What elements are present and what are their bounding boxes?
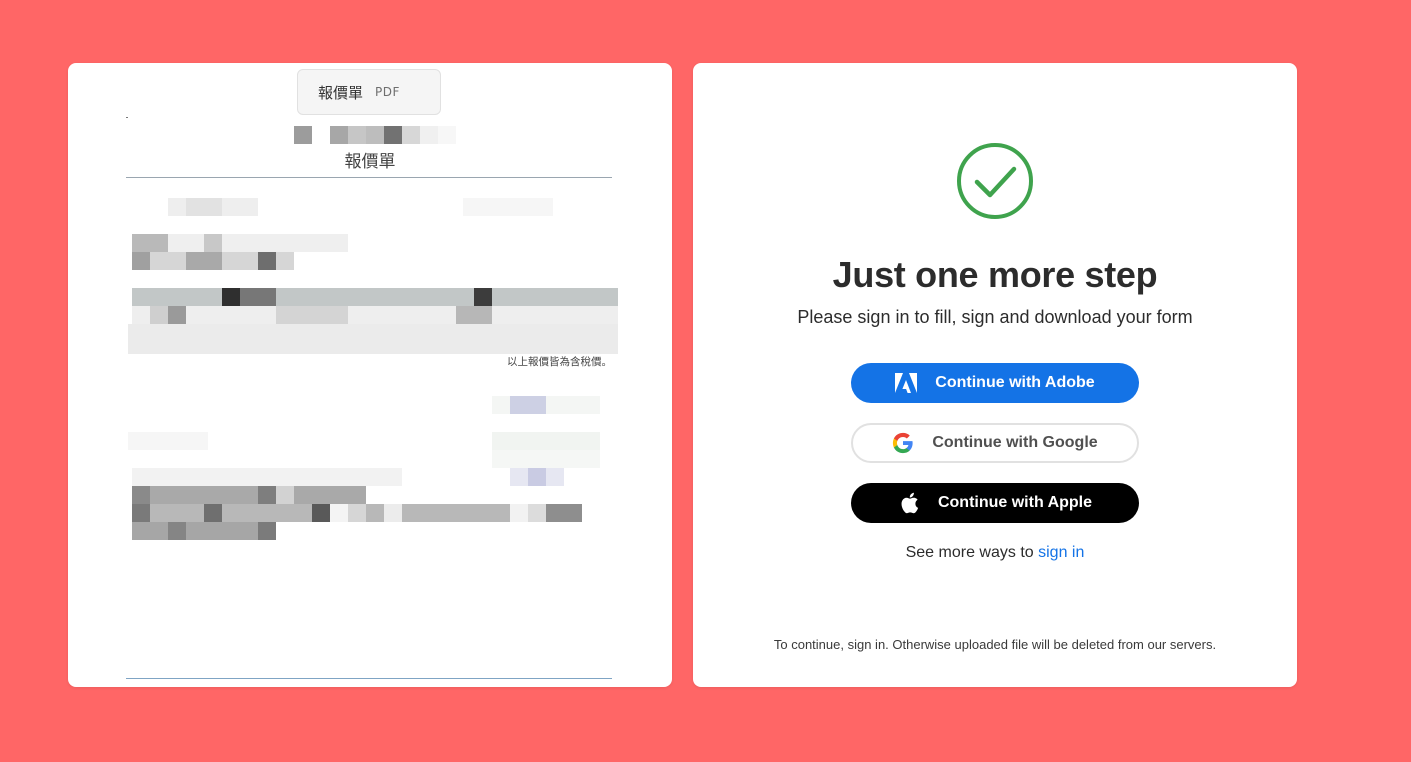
redacted-block bbox=[492, 396, 600, 414]
redacted-block bbox=[258, 522, 276, 540]
apple-button-label: Continue with Apple bbox=[937, 494, 1093, 511]
redacted-block bbox=[168, 522, 186, 540]
redacted-block bbox=[384, 504, 402, 522]
redacted-block bbox=[474, 288, 492, 306]
redacted-block bbox=[168, 306, 186, 324]
redacted-block bbox=[132, 486, 150, 504]
redacted-block bbox=[510, 396, 546, 414]
redacted-block bbox=[510, 504, 528, 522]
redacted-block bbox=[186, 198, 222, 216]
redacted-block bbox=[528, 468, 546, 486]
redacted-block bbox=[258, 252, 276, 270]
redacted-block bbox=[128, 324, 618, 354]
document-divider bbox=[126, 177, 612, 178]
redacted-block bbox=[528, 504, 546, 522]
redacted-block bbox=[456, 306, 492, 324]
redacted-block bbox=[240, 288, 276, 306]
signin-card: Just one more step Please sign in to fil… bbox=[693, 63, 1297, 687]
deletion-notice: To continue, sign in. Otherwise uploaded… bbox=[773, 637, 1217, 652]
continue-with-apple-button[interactable]: Continue with Apple bbox=[851, 483, 1139, 523]
redacted-block bbox=[312, 504, 330, 522]
redacted-block bbox=[186, 252, 222, 270]
continue-with-google-button[interactable]: Continue with Google bbox=[851, 423, 1139, 463]
redacted-header bbox=[294, 126, 456, 144]
redacted-block bbox=[204, 504, 222, 522]
continue-with-adobe-button[interactable]: Continue with Adobe bbox=[851, 363, 1139, 403]
redacted-block bbox=[276, 306, 348, 324]
redacted-block bbox=[204, 234, 222, 252]
file-name-chip: 報價單 PDF bbox=[297, 69, 441, 115]
redacted-block bbox=[348, 504, 366, 522]
google-logo-icon bbox=[892, 432, 914, 454]
redacted-block bbox=[276, 486, 294, 504]
apple-logo-icon bbox=[898, 492, 920, 514]
redacted-block bbox=[330, 504, 348, 522]
redacted-block bbox=[132, 486, 366, 504]
redacted-block bbox=[132, 288, 618, 306]
redacted-block bbox=[132, 234, 168, 252]
redacted-block bbox=[492, 432, 600, 450]
adobe-button-label: Continue with Adobe bbox=[935, 374, 1095, 391]
page-heading: Just one more step bbox=[832, 254, 1158, 295]
adobe-logo-icon bbox=[895, 372, 918, 394]
redacted-block bbox=[546, 504, 582, 522]
more-signin-options: See more ways to sign in bbox=[693, 544, 1297, 562]
sign-in-link[interactable]: sign in bbox=[1038, 544, 1084, 561]
redacted-block bbox=[132, 522, 276, 540]
document-bottom-divider bbox=[126, 678, 612, 679]
redacted-block bbox=[128, 432, 208, 450]
redacted-block bbox=[132, 468, 402, 486]
redacted-block bbox=[222, 288, 240, 306]
file-type-label: PDF bbox=[375, 85, 400, 99]
document-tax-note: 以上報價皆為含稅價。 bbox=[507, 356, 612, 368]
document-preview-card: 報價單 PDF 報價單 以上報價皆為含稅價。 bbox=[68, 63, 672, 687]
google-button-label: Continue with Google bbox=[932, 434, 1098, 451]
page-subheading: Please sign in to fill, sign and downloa… bbox=[797, 307, 1193, 327]
redacted-block bbox=[132, 504, 150, 522]
redacted-block bbox=[132, 306, 618, 324]
document-mark bbox=[126, 117, 128, 118]
redacted-block bbox=[132, 252, 150, 270]
more-ways-text: See more ways to bbox=[905, 544, 1034, 561]
redacted-block bbox=[492, 450, 600, 468]
document-title: 報價單 bbox=[344, 152, 396, 172]
redacted-block bbox=[463, 198, 553, 216]
file-name: 報價單 bbox=[318, 83, 364, 102]
check-circle-icon bbox=[957, 143, 1033, 219]
redacted-block bbox=[258, 486, 276, 504]
